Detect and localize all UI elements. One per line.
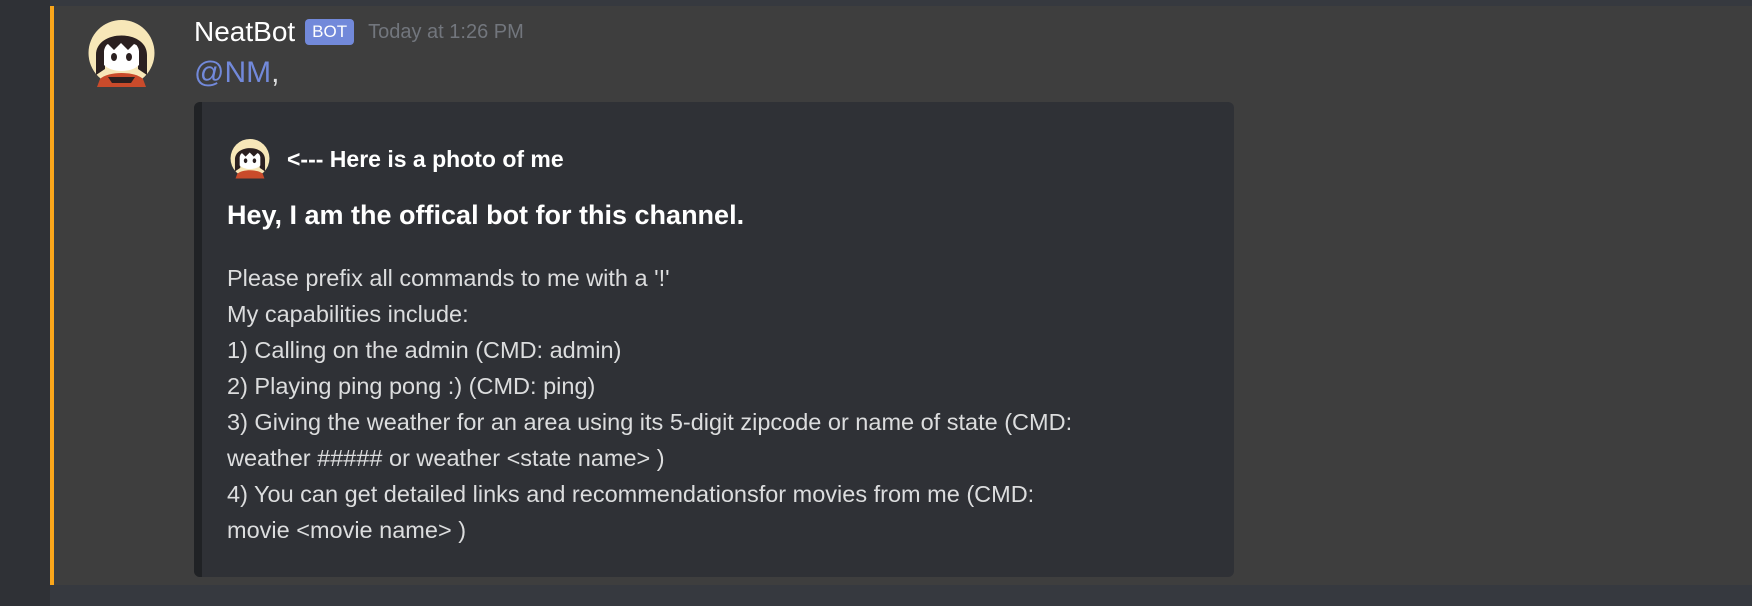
message-content: @NM,: [194, 56, 279, 90]
embed-author-avatar-icon: [230, 138, 270, 179]
embed-description: Please prefix all commands to me with a …: [227, 260, 1227, 548]
embed-author: <--- Here is a photo of me: [227, 136, 564, 182]
message-list-background: [50, 585, 1752, 606]
message-timestamp: Today at 1:26 PM: [368, 20, 524, 43]
embed-description-line: Please prefix all commands to me with a …: [227, 265, 670, 291]
user-mention[interactable]: @NM: [194, 56, 271, 89]
left-strip: [0, 0, 50, 606]
embed-description-line: movie <movie name> ): [227, 517, 467, 543]
bot-badge: BOT: [305, 19, 355, 45]
embed-title: Hey, I am the offical bot for this chann…: [227, 200, 745, 230]
embed-description-line: 2) Playing ping pong :) (CMD: ping): [227, 373, 596, 399]
mention-highlight-bar: [50, 6, 54, 585]
author-username[interactable]: NeatBot: [194, 16, 295, 48]
embed-color-pill: [194, 102, 202, 577]
embed-description-line: My capabilities include:: [227, 301, 469, 327]
message-embed: <--- Here is a photo of me Hey, I am the…: [194, 102, 1234, 577]
embed-description-line: weather ##### or weather <state name> ): [227, 445, 665, 471]
embed-description-line: 4) You can get detailed links and recomm…: [227, 481, 1035, 507]
embed-description-line: 1) Calling on the admin (CMD: admin): [227, 337, 622, 363]
bot-avatar-icon[interactable]: [86, 17, 157, 95]
message-header: NeatBot BOT Today at 1:26 PM: [194, 12, 524, 52]
embed-description-line: 3) Giving the weather for an area using …: [227, 409, 1073, 435]
embed-author-name: <--- Here is a photo of me: [287, 145, 564, 172]
chat-view: NeatBot BOT Today at 1:26 PM @NM, <--- H…: [0, 0, 1752, 606]
mention-suffix: ,: [271, 56, 280, 89]
